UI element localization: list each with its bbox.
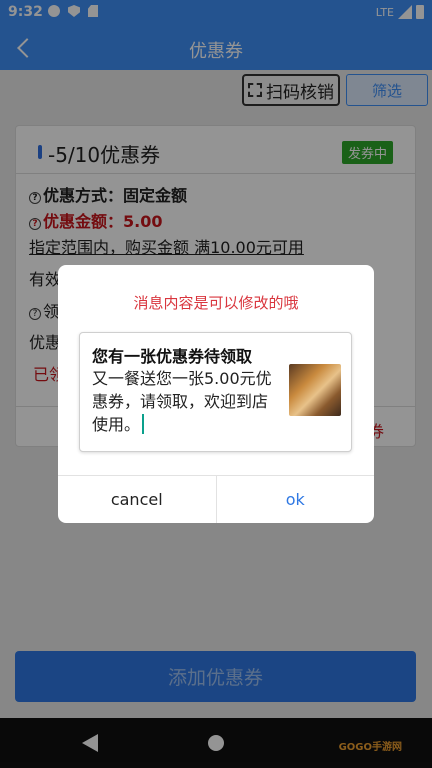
cancel-button[interactable]: cancel (58, 476, 217, 523)
dialog-actions: cancel ok (58, 475, 374, 523)
message-title[interactable]: 您有一张优惠券待领取 (92, 343, 252, 367)
food-thumbnail (289, 364, 341, 416)
message-preview[interactable]: 您有一张优惠券待领取 又一餐送您一张5.00元优惠券，请领取，欢迎到店使用。 (79, 332, 352, 452)
message-dialog: 消息内容是可以修改的哦 您有一张优惠券待领取 又一餐送您一张5.00元优惠券，请… (58, 265, 374, 523)
dialog-title: 消息内容是可以修改的哦 (133, 294, 299, 312)
ok-button[interactable]: ok (217, 476, 375, 523)
message-body[interactable]: 又一餐送您一张5.00元优惠券，请领取，欢迎到店使用。 (92, 367, 282, 436)
text-cursor (142, 414, 145, 434)
message-body-text[interactable]: 又一餐送您一张5.00元优惠券，请领取，欢迎到店使用。 (92, 369, 272, 434)
